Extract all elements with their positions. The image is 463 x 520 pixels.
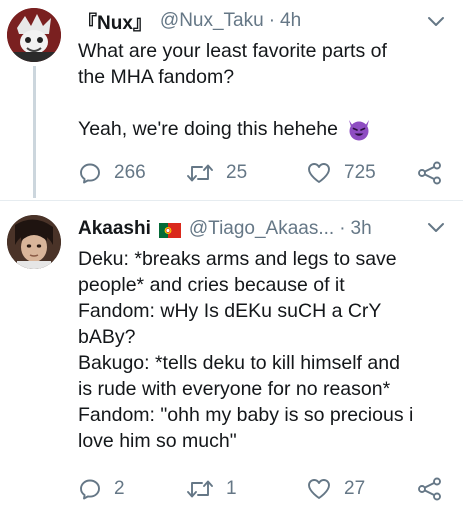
tweet-actions: 2 1 27 <box>78 476 453 502</box>
tweet-line: love him so much" <box>78 430 237 452</box>
avatar[interactable] <box>7 8 61 62</box>
tweet-line: Yeah, we're doing this hehehe <box>78 116 445 142</box>
chevron-down-icon[interactable] <box>427 16 445 28</box>
reply-icon <box>80 479 100 500</box>
smiling-devil-icon <box>348 120 369 141</box>
share-button[interactable] <box>417 161 443 185</box>
tweet-line: Fandom: "ohh my baby is so precious i <box>78 404 414 426</box>
tweet-header: Akaashi @Tiago_Akaas... · 3h <box>78 217 449 241</box>
user-handle[interactable]: @Nux_Taku <box>160 10 264 32</box>
tweet-line: Fandom: wHy Is dEKu suCH a CrY <box>78 300 382 322</box>
share-icon <box>418 477 441 501</box>
tweet-line: the MHA fandom? <box>78 66 235 88</box>
tweet-line: Bakugo: *tells deku to kill himself and <box>78 352 400 374</box>
retweet-count: 1 <box>226 478 237 499</box>
tweet-text: Deku: *breaks arms and legs to save peop… <box>78 246 445 454</box>
avatar[interactable] <box>7 215 61 269</box>
separator-dot: · <box>268 10 276 31</box>
tweet-line-text: Yeah, we're doing this hehehe <box>78 118 338 140</box>
retweet-button[interactable]: 25 <box>186 162 306 184</box>
like-count: 27 <box>344 478 366 499</box>
portugal-flag-icon <box>158 222 181 238</box>
timestamp[interactable]: 3h <box>351 218 372 240</box>
retweet-button[interactable]: 1 <box>186 478 306 500</box>
display-name[interactable]: Akaashi <box>78 218 151 240</box>
user-handle[interactable]: @Tiago_Akaas... <box>189 218 334 240</box>
like-count: 725 <box>344 162 376 183</box>
reply-count: 266 <box>114 162 146 183</box>
retweet-icon <box>187 480 213 498</box>
tweet-header: 『Nux』 @Nux_Taku · 4h <box>78 8 449 35</box>
like-button[interactable]: 27 <box>306 477 416 501</box>
reply-button[interactable]: 2 <box>78 477 186 501</box>
tweet-line: What are your least favorite parts of <box>78 40 387 62</box>
tweet-line: bABy? <box>78 326 136 348</box>
separator-dot: · <box>339 218 346 239</box>
timestamp[interactable]: 4h <box>280 10 301 32</box>
tweet-line: is rude with everyone for no reason* <box>78 378 391 400</box>
chevron-down-icon[interactable] <box>427 222 445 234</box>
tweet-line: people* and cries because of it <box>78 274 345 296</box>
heart-icon <box>308 479 330 499</box>
reply-icon <box>80 163 100 184</box>
retweet-count: 25 <box>226 162 248 183</box>
share-icon <box>418 161 441 185</box>
share-button[interactable] <box>417 477 443 501</box>
tweet-text: What are your least favorite parts of th… <box>78 38 445 142</box>
like-button[interactable]: 725 <box>306 161 416 185</box>
reply-count: 2 <box>114 478 125 499</box>
tweet-akaashi[interactable]: Akaashi @Tiago_Akaas... · 3h Deku: *brea… <box>0 201 463 520</box>
tweet-actions: 266 25 725 <box>78 160 453 186</box>
heart-icon <box>308 163 330 183</box>
reply-button[interactable]: 266 <box>78 161 186 185</box>
display-name[interactable]: 『Nux』 <box>78 8 152 35</box>
retweet-icon <box>187 164 213 182</box>
tweet-nux[interactable]: 『Nux』 @Nux_Taku · 4h What are your least… <box>0 0 463 200</box>
tweet-line: Deku: *breaks arms and legs to save <box>78 248 397 270</box>
